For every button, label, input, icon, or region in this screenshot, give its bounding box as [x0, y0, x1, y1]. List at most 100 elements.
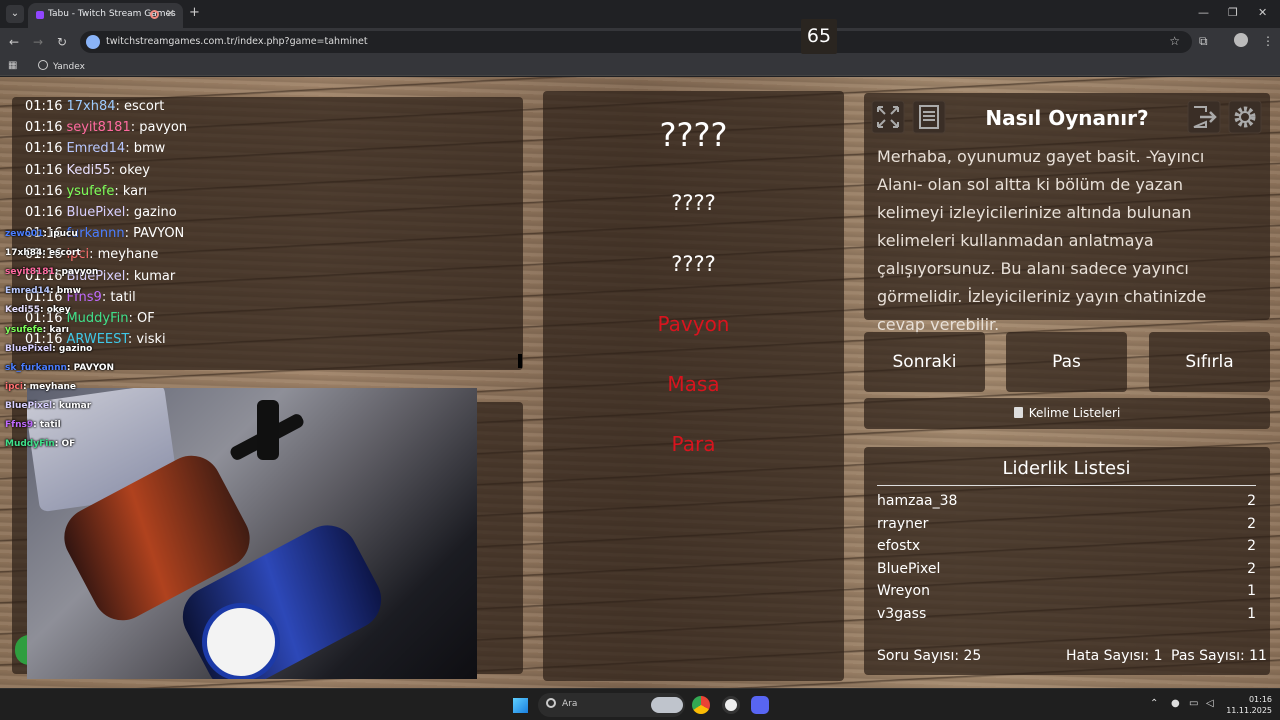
- leaderboard-row: rrayner 2: [877, 516, 1256, 536]
- close-window-icon[interactable]: ✕: [1258, 6, 1267, 19]
- chat-timestamp: 01:16: [25, 99, 63, 114]
- chat-timestamp: 01:16: [25, 141, 63, 157]
- discord-icon[interactable]: [751, 696, 769, 714]
- notes-icon[interactable]: [912, 100, 946, 134]
- overlay-chat-message: Kedi55: okey: [5, 305, 71, 315]
- overlay-text: : karı: [42, 324, 69, 335]
- profile-avatar[interactable]: [1234, 33, 1248, 47]
- taskbar-search-label: Ara: [562, 699, 578, 709]
- settings-gear-icon[interactable]: [1228, 100, 1262, 134]
- leaderboard-score: 2: [1247, 560, 1256, 577]
- chat-username[interactable]: ysufefe: [66, 184, 114, 199]
- taskbar: Ara ⌃ ● ▭ ◁ 01:16 11.11.2025: [0, 688, 1280, 720]
- overlay-chat-message: MuddyFin: OF: [5, 439, 75, 449]
- forward-arrow-icon[interactable]: →: [33, 35, 43, 49]
- leaderboard-name: hamzaa_38: [877, 493, 958, 509]
- word-lists-button[interactable]: Kelime Listeleri: [864, 398, 1270, 429]
- microphone-icon[interactable]: ●: [1171, 698, 1180, 709]
- overlay-chat-message: 17xh84: escort: [5, 248, 81, 258]
- chat-timestamp: 01:16: [25, 205, 63, 220]
- howto-title: Nasıl Oynanır?: [985, 106, 1149, 130]
- chat-text: : okey: [110, 162, 150, 178]
- overlay-text: : kumar: [52, 400, 92, 411]
- chat-username[interactable]: Emred14: [66, 141, 125, 156]
- obs-icon[interactable]: [722, 696, 740, 714]
- browser-tab[interactable]: Tabu - Twitch Stream Games ✕: [28, 3, 183, 28]
- bookmark-yandex[interactable]: Yandex: [38, 60, 85, 72]
- windows-start-icon[interactable]: [513, 698, 528, 713]
- leaderboard-name: efostx: [877, 538, 921, 555]
- hidden-word: ????: [671, 252, 716, 276]
- clock-date: 11.11.2025: [1226, 706, 1272, 715]
- recording-icon: [150, 10, 159, 19]
- overlay-text: : gazino: [52, 343, 93, 354]
- chat-username[interactable]: 17xh84: [66, 99, 115, 114]
- leaderboard-row: efostx 2: [877, 538, 1256, 558]
- pass-button[interactable]: Pas: [1006, 332, 1127, 392]
- close-tab-icon[interactable]: ✕: [166, 7, 175, 20]
- url-field[interactable]: twitchstreamgames.com.tr/index.php?game=…: [80, 31, 1192, 53]
- leaderboard-name: Wreyon: [877, 583, 930, 600]
- chat-text: : meyhane: [89, 247, 159, 263]
- leaderboard-name: v3gass: [877, 606, 927, 622]
- new-tab-button[interactable]: +: [189, 5, 200, 20]
- overlay-username: ipci: [5, 381, 23, 392]
- chat-text: : OF: [128, 311, 155, 326]
- chat-username[interactable]: seyit8181: [66, 120, 130, 135]
- overlay-username: ysufefe: [5, 324, 43, 335]
- leaderboard-name: BluePixel: [877, 560, 941, 577]
- taboo-word: Para: [671, 432, 716, 456]
- network-icon[interactable]: ▭: [1189, 698, 1198, 709]
- chat-username[interactable]: MuddyFin: [66, 311, 128, 326]
- next-button[interactable]: Sonraki: [864, 332, 985, 392]
- webcam-feed: [27, 388, 477, 679]
- reset-button[interactable]: Sıfırla: [1149, 332, 1270, 392]
- overlay-username: 17xh84: [5, 248, 43, 259]
- system-clock[interactable]: 01:16 11.11.2025: [1226, 694, 1272, 716]
- leaderboard-row: BluePixel 2: [877, 561, 1256, 581]
- overlay-text: : PAVYON: [66, 362, 115, 373]
- overlay-chat-message: BluePixel: gazino: [5, 344, 92, 354]
- question-count: Soru Sayısı: 25: [877, 648, 982, 664]
- chrome-icon[interactable]: [692, 696, 710, 714]
- fullscreen-icon[interactable]: [871, 100, 905, 134]
- overlay-chat-message: Emred14: bmw: [5, 286, 81, 296]
- overlay-chat-message: seyit8181: pavyon: [5, 267, 98, 277]
- chat-message: 01:16 seyit8181: pavyon: [25, 120, 187, 135]
- overlay-username: Ffns9: [5, 420, 34, 430]
- chat-timestamp: 01:16: [25, 120, 63, 136]
- leaderboard-row: v3gass 1: [877, 606, 1256, 626]
- back-arrow-icon[interactable]: ←: [9, 35, 19, 49]
- pepsi-logo-image: [202, 603, 280, 679]
- bookmark-star-icon[interactable]: ☆: [1169, 34, 1180, 48]
- pass-count: Pas Sayısı: 11: [1171, 648, 1267, 664]
- overlay-text: : meyhane: [22, 381, 77, 392]
- extensions-icon[interactable]: ⧉: [1199, 34, 1208, 49]
- menu-icon[interactable]: ⋮: [1262, 34, 1274, 48]
- chat-timestamp: 01:16: [25, 162, 63, 178]
- leaderboard-score: 2: [1247, 538, 1256, 555]
- minimize-icon[interactable]: —: [1198, 6, 1209, 19]
- exit-icon[interactable]: [1187, 100, 1221, 134]
- chat-scrollbar[interactable]: [518, 354, 522, 368]
- chat-message: 01:16 Kedi55: okey: [25, 163, 150, 178]
- chat-username[interactable]: Kedi55: [66, 163, 110, 178]
- chat-text: : escort: [115, 99, 165, 114]
- restore-icon[interactable]: ❐: [1228, 6, 1238, 19]
- reload-icon[interactable]: ↻: [57, 35, 67, 49]
- apps-grid-icon[interactable]: ▦: [8, 60, 17, 71]
- leaderboard-name: rrayner: [877, 515, 929, 532]
- site-info-icon[interactable]: [86, 35, 100, 49]
- tab-strip: ⌄ Tabu - Twitch Stream Games ✕ + — ❐ ✕: [0, 0, 1280, 28]
- clipboard-icon: [1013, 407, 1023, 418]
- chat-username[interactable]: BluePixel: [66, 205, 125, 220]
- taboo-word: Masa: [667, 372, 720, 396]
- clock-time: 01:16: [1248, 695, 1272, 704]
- tab-search-button[interactable]: ⌄: [6, 5, 24, 23]
- overlay-chat-message: sk_furkannn: PAVYON: [5, 363, 114, 373]
- widgets-icon[interactable]: [651, 697, 683, 713]
- volume-icon[interactable]: ◁: [1206, 698, 1214, 709]
- chat-message: 01:16 17xh84: escort: [25, 99, 164, 114]
- tray-chevron-icon[interactable]: ⌃: [1150, 698, 1158, 709]
- overlay-chat-message: BluePixel: kumar: [5, 401, 91, 411]
